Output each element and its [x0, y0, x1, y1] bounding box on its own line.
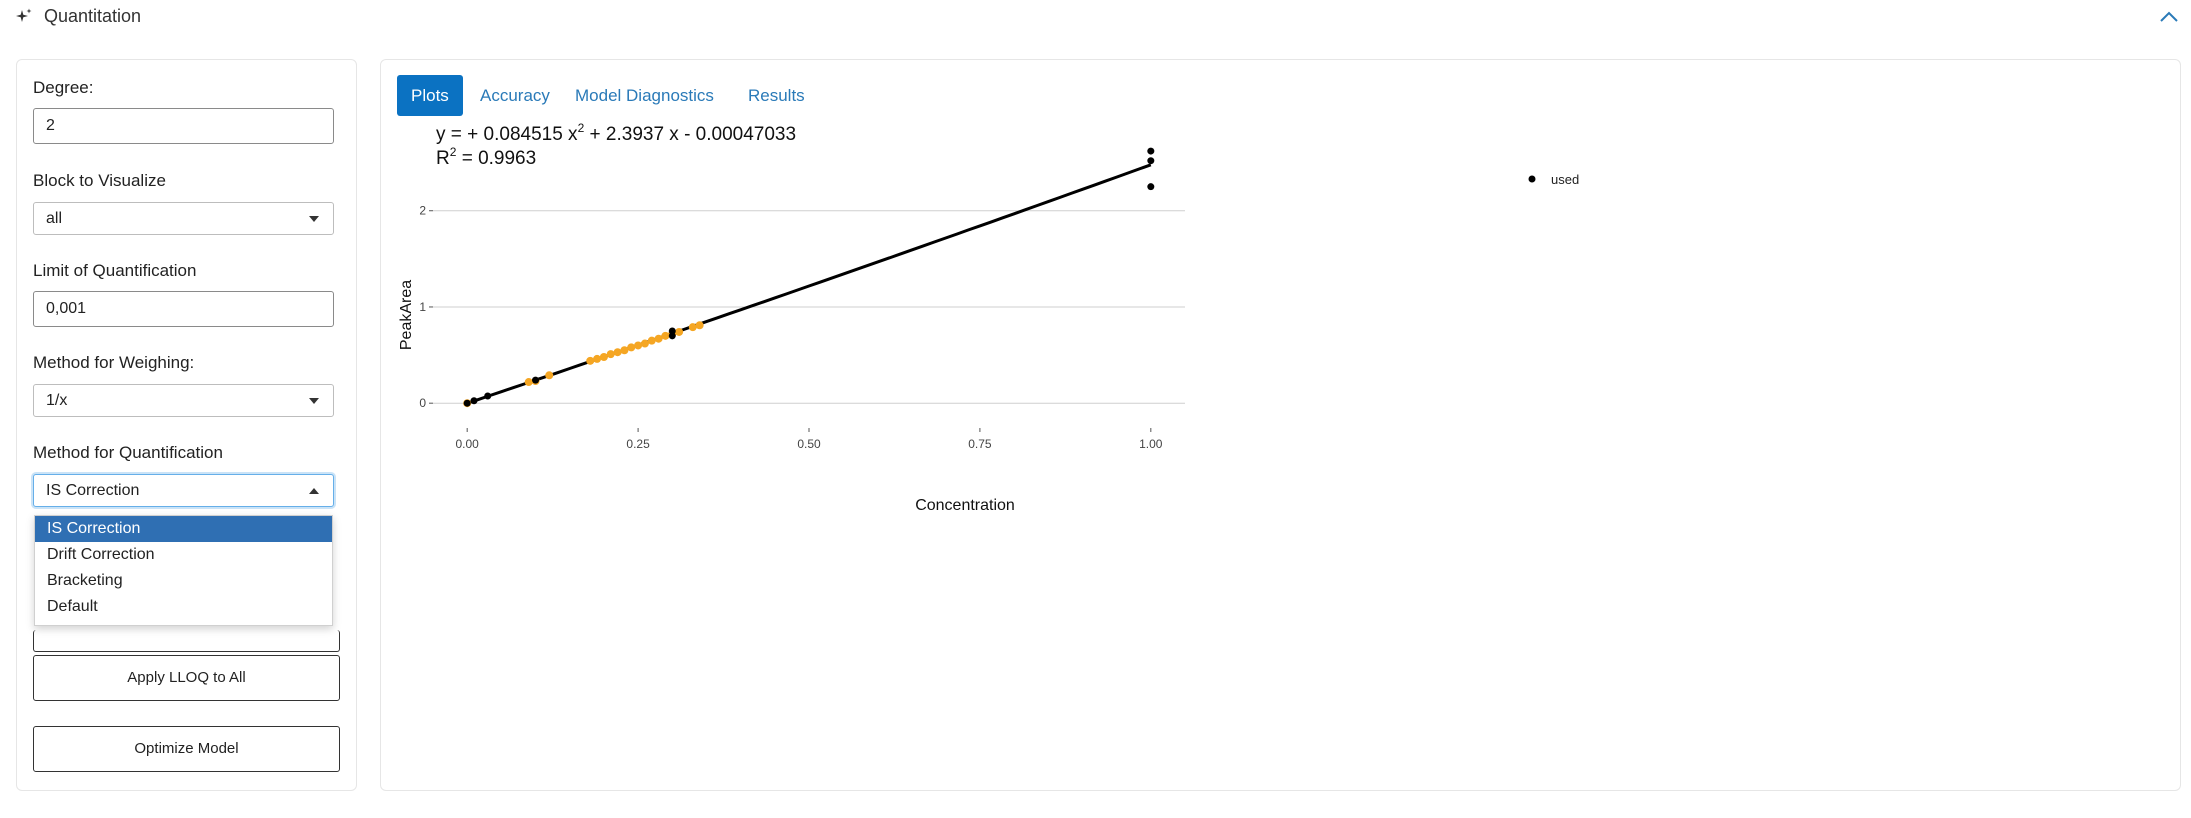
point: [613, 348, 622, 357]
used-point: [470, 397, 478, 405]
fit-line: [466, 163, 1152, 405]
point: [661, 331, 670, 340]
point: [524, 378, 533, 387]
quant-select[interactable]: IS Correction: [33, 474, 334, 507]
degree-input[interactable]: 2: [33, 108, 334, 144]
loq-label: Limit of Quantification: [33, 261, 197, 280]
main-panel: Plots Accuracy Model Diagnostics Results…: [380, 59, 2181, 791]
used-point: [532, 376, 540, 384]
r-squared-text: R2 = 0.9963: [436, 145, 536, 169]
y-tick-label: 1: [419, 300, 426, 314]
x-axis-label: Concentration: [915, 497, 1015, 514]
x-tick-label: 0.50: [797, 437, 821, 451]
caret-up-icon: [309, 488, 319, 494]
quant-label: Method for Quantification: [33, 443, 223, 462]
y-tick-label: 2: [419, 204, 426, 218]
chevron-up-icon[interactable]: [2158, 6, 2180, 28]
point: [654, 334, 663, 343]
sparkles-icon: [16, 8, 32, 22]
point: [620, 346, 629, 355]
used-point: [484, 392, 492, 400]
point: [606, 350, 615, 359]
caret-down-icon: [309, 398, 319, 404]
loq-input[interactable]: 0,001: [33, 291, 334, 327]
point: [688, 323, 697, 332]
panel-title: Quantitation: [44, 6, 142, 26]
legend-label: used: [1551, 172, 1579, 187]
y-tick-label: 0: [419, 396, 426, 410]
quant-select-value: IS Correction: [46, 482, 140, 499]
axes: 0 1 2 0.00 0.25 0.50 0.75 1.00: [419, 204, 1163, 451]
quant-option[interactable]: Bracketing: [35, 568, 332, 594]
quant-dropdown: IS Correction Drift Correction Bracketin…: [34, 515, 333, 626]
y-axis-label: PeakArea: [398, 280, 415, 350]
optimize-model-button[interactable]: Optimize Model: [33, 726, 340, 772]
quant-option[interactable]: Drift Correction: [35, 542, 332, 568]
calibration-plot: y = + 0.084515 x2 + 2.3937 x - 0.0004703…: [398, 121, 1579, 514]
point: [599, 353, 608, 361]
x-tick-label: 0.00: [456, 437, 480, 451]
fit-curve: [466, 163, 1152, 405]
used-point: [1147, 147, 1155, 155]
legend-marker: [1528, 175, 1536, 183]
point: [545, 371, 554, 380]
point: [647, 336, 656, 345]
weighing-select-value: 1/x: [46, 392, 68, 409]
block-select-value: all: [46, 210, 63, 227]
point: [593, 354, 602, 363]
caret-down-icon: [309, 216, 319, 222]
point: [586, 356, 595, 365]
hidden-button[interactable]: [33, 630, 340, 652]
point: [627, 343, 636, 352]
quant-option[interactable]: Default: [35, 594, 332, 620]
weighing-select[interactable]: 1/x: [33, 384, 334, 417]
point: [634, 341, 643, 350]
used-point: [1147, 183, 1155, 191]
degree-label: Degree:: [33, 78, 94, 97]
apply-lloq-button[interactable]: Apply LLOQ to All: [33, 655, 340, 701]
used-point: [1147, 157, 1155, 165]
panel-header: Quantitation: [0, 0, 2191, 34]
weighing-label: Method for Weighing:: [33, 353, 195, 372]
x-tick-label: 1.00: [1139, 437, 1163, 451]
point: [675, 327, 684, 336]
used-point: [668, 332, 676, 340]
block-select[interactable]: all: [33, 202, 334, 235]
x-tick-label: 0.25: [626, 437, 650, 451]
equation-text: y = + 0.084515 x2 + 2.3937 x - 0.0004703…: [436, 121, 796, 145]
x-tick-label: 0.75: [968, 437, 992, 451]
point: [640, 339, 649, 348]
used-point: [463, 399, 471, 407]
block-label: Block to Visualize: [33, 171, 166, 190]
quant-option[interactable]: IS Correction: [35, 516, 332, 542]
sidebar-panel: Degree: 2 Block to Visualize all Limit o…: [16, 59, 357, 791]
point: [695, 321, 704, 330]
